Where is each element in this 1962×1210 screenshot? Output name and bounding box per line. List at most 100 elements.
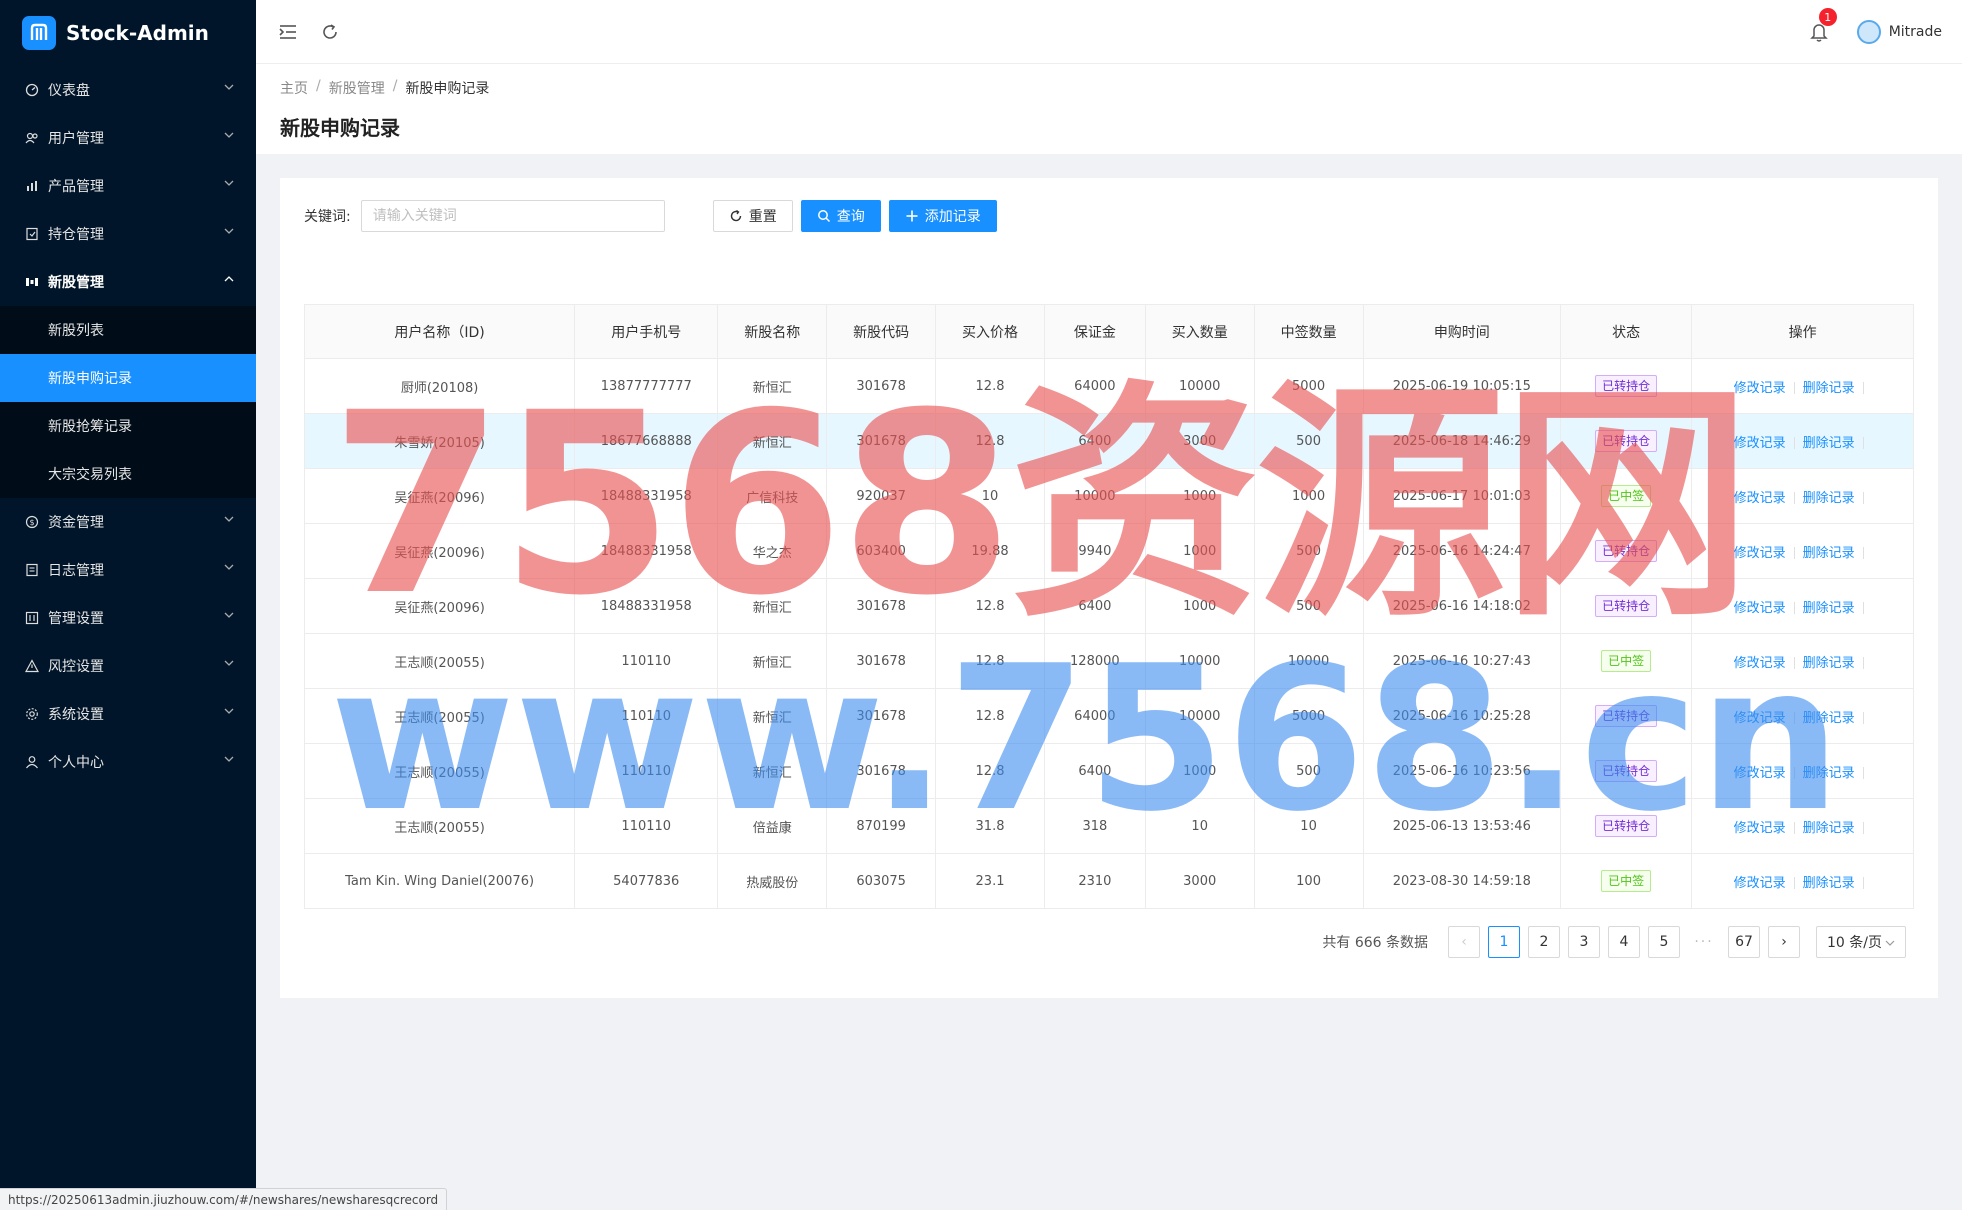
page-5[interactable]: 5 bbox=[1648, 926, 1680, 958]
sidebar-item-4[interactable]: 新股管理 bbox=[0, 258, 256, 306]
sidebar-item-2[interactable]: 产品管理 bbox=[0, 162, 256, 210]
chevron-up-icon bbox=[224, 276, 236, 288]
table-cell: 9940 bbox=[1043, 523, 1146, 579]
query-button[interactable]: 查询 bbox=[800, 200, 881, 232]
status-badge: 已中签 bbox=[1601, 485, 1652, 507]
sidebar-item-7[interactable]: 管理设置 bbox=[0, 594, 256, 642]
table-row[interactable]: 王志顺(20055) 110110 新恒汇 301678 12.8 6400 1000 500… bbox=[303, 743, 1914, 799]
sidebar-item-8[interactable]: 风控设置 bbox=[0, 642, 256, 690]
table-row[interactable]: 吴征燕(20096) 18488331958 广信科技 920037 10 10000 10… bbox=[303, 468, 1914, 524]
table-row[interactable]: 朱雪娇(20105) 18677668888 新恒汇 301678 12.8 6400 30… bbox=[303, 413, 1914, 469]
status-badge: 已转持仓 bbox=[1595, 595, 1658, 617]
sidebar-subitem-3[interactable]: 大宗交易列表 bbox=[0, 450, 256, 498]
edit-record-link[interactable]: 修改记录 bbox=[1734, 491, 1786, 506]
status-badge: 已中签 bbox=[1601, 870, 1652, 892]
page-4[interactable]: 4 bbox=[1608, 926, 1640, 958]
table-cell: 500 bbox=[1253, 578, 1364, 634]
delete-record-link[interactable]: 删除记录 bbox=[1803, 436, 1855, 451]
page-2[interactable]: 2 bbox=[1528, 926, 1560, 958]
edit-record-link[interactable]: 修改记录 bbox=[1734, 821, 1786, 836]
gear-icon bbox=[24, 706, 40, 722]
breadcrumb-home[interactable]: 主页 bbox=[280, 78, 308, 98]
delete-record-link[interactable]: 删除记录 bbox=[1803, 821, 1855, 836]
warning-icon bbox=[24, 658, 40, 674]
edit-record-link[interactable]: 修改记录 bbox=[1734, 711, 1786, 726]
sidebar-subitem-2[interactable]: 新股抢筹记录 bbox=[0, 402, 256, 450]
table-cell: 倍益康 bbox=[717, 798, 828, 854]
sidebar-item-6[interactable]: 日志管理 bbox=[0, 546, 256, 594]
divider bbox=[1793, 877, 1795, 889]
column-header: 申购时间 bbox=[1362, 304, 1562, 359]
app-title: Stock-Admin bbox=[66, 21, 209, 45]
edit-record-link[interactable]: 修改记录 bbox=[1734, 546, 1786, 561]
delete-record-link[interactable]: 删除记录 bbox=[1803, 381, 1855, 396]
table-cell: 广信科技 bbox=[717, 468, 828, 524]
pagination-ellipsis[interactable]: ··· bbox=[1688, 934, 1720, 950]
page-last[interactable]: 67 bbox=[1728, 926, 1760, 958]
delete-record-link[interactable]: 删除记录 bbox=[1803, 766, 1855, 781]
table-row[interactable]: 王志顺(20055) 110110 新恒汇 301678 12.8 128000 10000… bbox=[303, 633, 1914, 689]
keyword-input[interactable] bbox=[360, 200, 665, 232]
menu-fold-icon[interactable] bbox=[276, 20, 300, 44]
logo[interactable]: Stock-Admin bbox=[0, 0, 256, 66]
add-record-button[interactable]: 添加记录 bbox=[888, 200, 997, 232]
table-cell: 新恒汇 bbox=[717, 743, 828, 799]
reset-label: 重置 bbox=[748, 209, 777, 225]
keyword-label: 关键词: bbox=[304, 209, 351, 225]
table-cell: 301678 bbox=[826, 413, 937, 469]
edit-record-link[interactable]: 修改记录 bbox=[1734, 766, 1786, 781]
sidebar-item-3[interactable]: 持仓管理 bbox=[0, 210, 256, 258]
page-3[interactable]: 3 bbox=[1568, 926, 1600, 958]
table-cell: 301678 bbox=[826, 578, 937, 634]
table-cell: 128000 bbox=[1043, 633, 1146, 689]
sidebar-subitem-0[interactable]: 新股列表 bbox=[0, 306, 256, 354]
table-row[interactable]: 王志顺(20055) 110110 倍益康 870199 31.8 318 10 10 2025… bbox=[303, 798, 1914, 854]
sidebar-item-1[interactable]: 用户管理 bbox=[0, 114, 256, 162]
chevron-down-icon bbox=[224, 84, 236, 96]
sidebar-item-5[interactable]: $ 资金管理 bbox=[0, 498, 256, 546]
table-row[interactable]: Tam Kin. Wing Daniel(20076) 54077836 热威股份 6… bbox=[303, 853, 1914, 909]
page-1[interactable]: 1 bbox=[1488, 926, 1520, 958]
page-header: 主页 / 新股管理 / 新股申购记录 新股申购记录 bbox=[256, 64, 1962, 154]
table-row[interactable]: 吴征燕(20096) 18488331958 新恒汇 301678 12.8 6400 10… bbox=[303, 578, 1914, 634]
avatar[interactable] bbox=[1856, 20, 1881, 44]
edit-record-link[interactable]: 修改记录 bbox=[1734, 656, 1786, 671]
username[interactable]: Mitrade bbox=[1889, 24, 1942, 40]
edit-record-link[interactable]: 修改记录 bbox=[1734, 381, 1786, 396]
delete-record-link[interactable]: 删除记录 bbox=[1803, 546, 1855, 561]
page-size-select[interactable]: 10 条/页 bbox=[1816, 926, 1906, 958]
table-row[interactable]: 王志顺(20055) 110110 新恒汇 301678 12.8 64000 10000 5… bbox=[303, 688, 1914, 744]
browser-status-bar: https://20250613admin.jiuzhouw.com/#/new… bbox=[0, 1188, 448, 1210]
notification-bell-icon[interactable]: 1 bbox=[1807, 8, 1837, 44]
breadcrumb-ipo-management[interactable]: 新股管理 bbox=[329, 78, 385, 98]
delete-record-link[interactable]: 删除记录 bbox=[1803, 491, 1855, 506]
sidebar-item-9[interactable]: 系统设置 bbox=[0, 690, 256, 738]
actions-cell: 修改记录 删除记录 bbox=[1691, 743, 1914, 799]
delete-record-link[interactable]: 删除记录 bbox=[1803, 711, 1855, 726]
sidebar-subitem-1[interactable]: 新股申购记录 bbox=[0, 354, 256, 402]
sidebar-item-label: 个人中心 bbox=[48, 755, 104, 771]
delete-record-link[interactable]: 删除记录 bbox=[1803, 656, 1855, 671]
status-cell: 已转持仓 bbox=[1560, 688, 1693, 744]
edit-record-link[interactable]: 修改记录 bbox=[1734, 436, 1786, 451]
table-cell: 54077836 bbox=[574, 853, 719, 909]
edit-record-link[interactable]: 修改记录 bbox=[1734, 601, 1786, 616]
edit-record-link[interactable]: 修改记录 bbox=[1734, 876, 1786, 891]
filter-bar: 关键词: 重置 查询 添加记录 bbox=[304, 200, 997, 232]
status-badge: 已转持仓 bbox=[1595, 815, 1658, 837]
table-cell: 64000 bbox=[1043, 688, 1146, 744]
reload-icon bbox=[729, 209, 743, 223]
delete-record-link[interactable]: 删除记录 bbox=[1803, 601, 1855, 616]
reset-button[interactable]: 重置 bbox=[712, 200, 793, 232]
table-row[interactable]: 吴征燕(20096) 18488331958 华之杰 603400 19.88 9940 1… bbox=[303, 523, 1914, 579]
table-row[interactable]: 厨师(20108) 13877777777 新恒汇 301678 12.8 64000 10… bbox=[303, 358, 1914, 414]
refresh-icon[interactable] bbox=[318, 20, 342, 44]
table-cell: 10 bbox=[1253, 798, 1364, 854]
divider bbox=[1862, 767, 1864, 779]
prev-page-button[interactable]: ‹ bbox=[1448, 926, 1480, 958]
sidebar-item-0[interactable]: 仪表盘 bbox=[0, 66, 256, 114]
plus-icon bbox=[905, 209, 919, 223]
next-page-button[interactable]: › bbox=[1768, 926, 1800, 958]
delete-record-link[interactable]: 删除记录 bbox=[1803, 876, 1855, 891]
sidebar-item-10[interactable]: 个人中心 bbox=[0, 738, 256, 786]
